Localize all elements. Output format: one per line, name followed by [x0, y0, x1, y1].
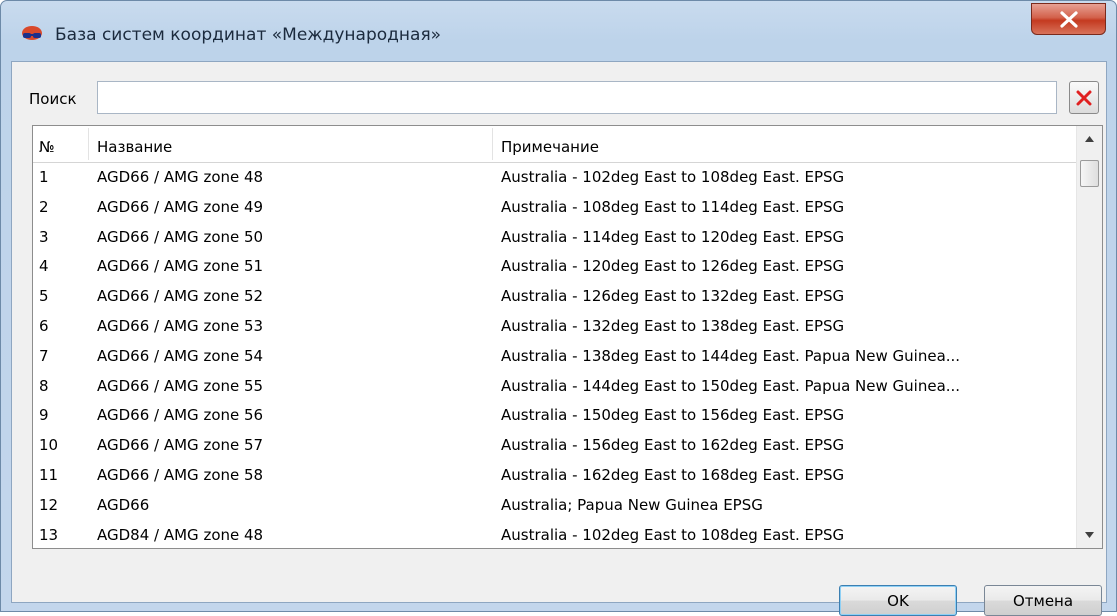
table-row[interactable]: 13 AGD84 / AMG zone 48 Australia - 102deg … — [33, 521, 1076, 548]
clear-search-button[interactable] — [1069, 81, 1099, 114]
table-row[interactable]: 4 AGD66 / AMG zone 51 Australia - 120deg E… — [33, 252, 1076, 281]
row-number: 2 — [39, 197, 49, 216]
table-row[interactable]: 2 AGD66 / AMG zone 49 Australia - 108deg E… — [33, 193, 1076, 222]
arrow-down-icon — [1085, 532, 1094, 538]
column-header-name[interactable]: Название — [97, 126, 172, 162]
row-number: 6 — [39, 317, 49, 335]
row-number: 1 — [39, 168, 49, 186]
row-name: AGD66 / AMG zone 53 — [97, 317, 264, 335]
table-row[interactable]: 10 AGD66 / AMG zone 57 Australia - 156deg … — [33, 431, 1076, 460]
dialog-window: База систем координат «Международная» По… — [0, 0, 1117, 616]
table-row[interactable]: 6 AGD66 / AMG zone 53 Australia - 132deg E… — [33, 312, 1076, 341]
scrollbar-thumb[interactable] — [1080, 160, 1099, 187]
arrow-up-icon — [1085, 136, 1094, 142]
row-note: Australia - 162deg East to 168deg East. … — [501, 466, 845, 484]
vertical-scrollbar[interactable] — [1076, 126, 1102, 548]
close-button[interactable] — [1031, 3, 1106, 35]
table-row[interactable]: 5 AGD66 / AMG zone 52 Australia - 126deg E… — [33, 282, 1076, 311]
table-body: 1 AGD66 / AMG zone 48 Australia - 102deg E… — [33, 163, 1076, 548]
dialog-body: Поиск № Название Примечание 1 AGD66 / AMG… — [11, 61, 1107, 616]
table-row[interactable]: 1 AGD66 / AMG zone 48 Australia - 102deg E… — [33, 163, 1076, 192]
close-icon — [1060, 11, 1078, 28]
row-note: Australia - 144deg East to 150deg East. … — [501, 376, 961, 395]
row-number: 3 — [39, 227, 49, 246]
row-name: AGD66 / AMG zone 55 — [97, 376, 264, 395]
row-note: Australia - 126deg East to 132deg East. … — [501, 287, 845, 306]
row-name: AGD66 / AMG zone 49 — [97, 197, 264, 216]
row-note: Australia - 102deg East to 108deg East. … — [501, 525, 845, 544]
glasses-icon — [21, 23, 43, 45]
column-divider[interactable] — [492, 128, 493, 160]
row-number: 5 — [39, 287, 49, 306]
row-name: AGD84 / AMG zone 48 — [97, 525, 264, 544]
scroll-up-button[interactable] — [1077, 128, 1102, 150]
row-number: 4 — [39, 257, 49, 276]
row-number: 10 — [39, 436, 59, 455]
scroll-down-button[interactable] — [1077, 524, 1102, 546]
row-note: Australia - 132deg East to 138deg East. … — [501, 317, 845, 335]
table-row[interactable]: 3 AGD66 / AMG zone 50 Australia - 114deg E… — [33, 223, 1076, 252]
row-number: 8 — [39, 376, 49, 395]
row-note: Australia - 138deg East to 144deg East. … — [501, 346, 961, 365]
row-number: 7 — [39, 346, 49, 365]
row-name: AGD66 / AMG zone 57 — [97, 436, 264, 455]
row-number: 9 — [39, 406, 49, 425]
row-note: Australia - 102deg East to 108deg East. … — [501, 168, 845, 186]
table-row[interactable]: 7 AGD66 / AMG zone 54 Australia - 138deg E… — [33, 342, 1076, 371]
red-x-icon — [1076, 90, 1092, 106]
column-header-note[interactable]: Примечание — [501, 126, 599, 162]
cancel-button[interactable]: Отмена — [984, 585, 1102, 616]
row-name: AGD66 / AMG zone 56 — [97, 406, 264, 425]
title-bar[interactable]: База систем координат «Международная» — [1, 1, 1116, 59]
ok-button[interactable]: OK — [839, 585, 957, 616]
table-header: № Название Примечание — [33, 126, 1076, 163]
row-number: 13 — [39, 525, 59, 544]
row-note: Australia - 108deg East to 114deg East. … — [501, 197, 845, 216]
row-number: 11 — [39, 466, 59, 484]
row-name: AGD66 — [97, 495, 150, 514]
row-note: Australia; Papua New Guinea EPSG — [501, 495, 763, 514]
row-name: AGD66 / AMG zone 50 — [97, 227, 264, 246]
row-note: Australia - 114deg East to 120deg East. … — [501, 227, 845, 246]
column-divider[interactable] — [88, 128, 89, 160]
column-header-number[interactable]: № — [39, 126, 55, 162]
row-name: AGD66 / AMG zone 48 — [97, 168, 264, 186]
coordinate-systems-table[interactable]: № Название Примечание 1 AGD66 / AMG zone … — [32, 125, 1103, 549]
table-row[interactable]: 12 AGD66 Australia; Papua New Guinea EPSG — [33, 491, 1076, 520]
search-label: Поиск — [29, 90, 77, 108]
row-note: Australia - 156deg East to 162deg East. … — [501, 436, 845, 455]
window-title: База систем координат «Международная» — [55, 25, 442, 45]
row-name: AGD66 / AMG zone 51 — [97, 257, 264, 276]
row-name: AGD66 / AMG zone 58 — [97, 466, 264, 484]
table-row[interactable]: 9 AGD66 / AMG zone 56 Australia - 150deg E… — [33, 401, 1076, 430]
table-row[interactable]: 8 AGD66 / AMG zone 55 Australia - 144deg E… — [33, 372, 1076, 401]
table-row[interactable]: 11 AGD66 / AMG zone 58 Australia - 162deg … — [33, 461, 1076, 490]
row-number: 12 — [39, 495, 59, 514]
row-note: Australia - 150deg East to 156deg East. … — [501, 406, 845, 425]
row-name: AGD66 / AMG zone 52 — [97, 287, 264, 306]
search-input[interactable] — [97, 81, 1057, 114]
row-note: Australia - 120deg East to 126deg East. … — [501, 257, 845, 276]
row-name: AGD66 / AMG zone 54 — [97, 346, 264, 365]
